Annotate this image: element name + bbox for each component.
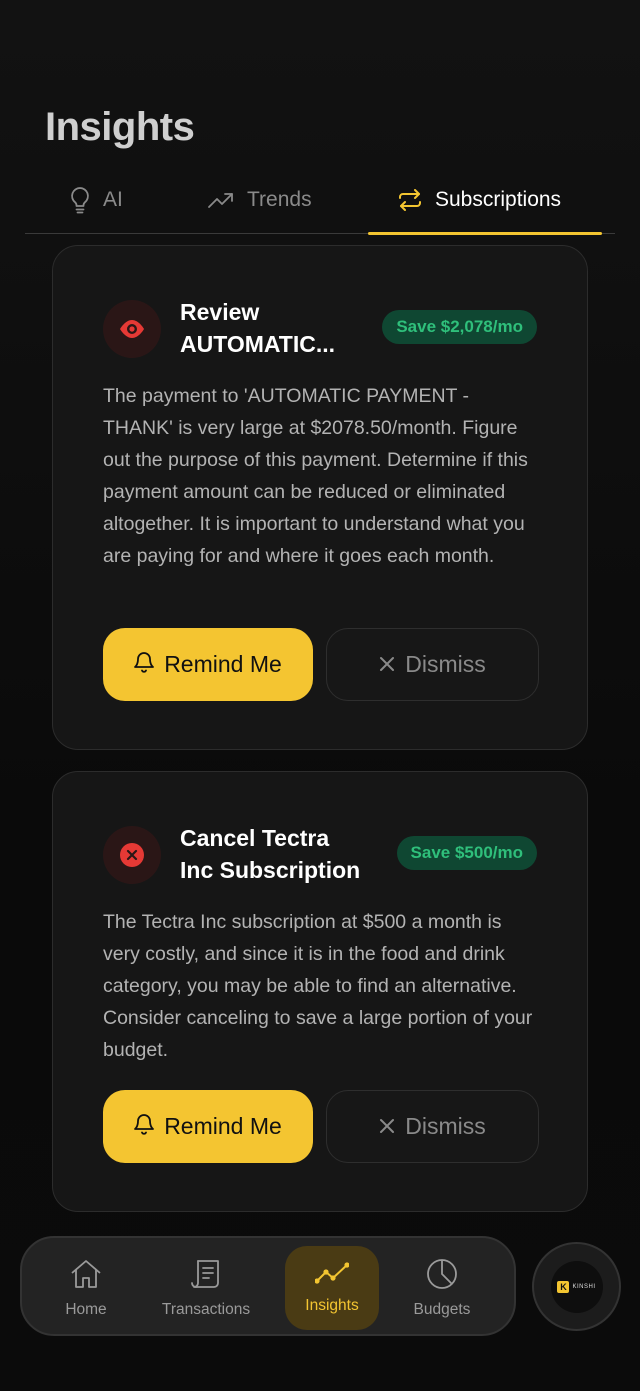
home-icon xyxy=(69,1258,103,1295)
nav-insights-label: Insights xyxy=(305,1296,359,1314)
chart-line-icon xyxy=(314,1261,350,1291)
nav-item-insights[interactable]: Insights xyxy=(285,1246,379,1330)
close-icon xyxy=(379,1113,395,1140)
kinshi-logo: K KINSHI xyxy=(550,1260,603,1313)
kinshi-button[interactable]: K KINSHI xyxy=(532,1242,621,1331)
nav-home-label: Home xyxy=(65,1300,107,1318)
repeat-icon xyxy=(397,189,423,211)
close-circle-icon xyxy=(103,826,161,884)
pie-chart-icon xyxy=(425,1258,459,1295)
tab-subscriptions[interactable]: Subscriptions xyxy=(397,168,561,232)
savings-badge: Save $2,078/mo xyxy=(382,310,537,344)
insight-card: Review AUTOMATIC... Save $2,078/mo The p… xyxy=(52,245,588,750)
dismiss-label: Dismiss xyxy=(405,651,486,677)
nav-item-home[interactable]: Home xyxy=(46,1246,126,1330)
nav-transactions-label: Transactions xyxy=(161,1300,251,1318)
dismiss-label: Dismiss xyxy=(405,1113,486,1139)
remind-me-label: Remind Me xyxy=(164,651,282,677)
trending-up-icon xyxy=(207,190,235,210)
card-header: Review AUTOMATIC... Save $2,078/mo xyxy=(103,296,537,360)
dismiss-button[interactable]: Dismiss xyxy=(326,628,539,701)
bell-icon xyxy=(134,1113,155,1141)
nav-item-transactions[interactable]: Transactions xyxy=(148,1246,264,1330)
dismiss-button[interactable]: Dismiss xyxy=(326,1090,539,1163)
lightbulb-icon xyxy=(69,186,91,214)
remind-me-button[interactable]: Remind Me xyxy=(103,628,313,701)
savings-badge: Save $500/mo xyxy=(396,836,537,870)
bell-icon xyxy=(134,651,155,679)
receipt-icon xyxy=(189,1258,223,1295)
insights-screen: Insights AI Trends Subscriptions Review … xyxy=(0,0,640,1391)
nav-item-budgets[interactable]: Budgets xyxy=(402,1246,482,1330)
tab-ai-label: AI xyxy=(103,188,123,211)
card-description: The payment to 'AUTOMATIC PAYMENT - THAN… xyxy=(103,385,528,567)
eye-icon xyxy=(103,300,161,358)
card-title: Review AUTOMATIC... xyxy=(180,299,336,357)
card-title: Cancel Tectra Inc Subscription xyxy=(180,825,361,883)
tab-subscriptions-label: Subscriptions xyxy=(435,188,562,211)
tab-bar: AI Trends Subscriptions xyxy=(25,168,615,235)
card-description: The Tectra Inc subscription at $500 a mo… xyxy=(103,911,533,1061)
insight-card: Cancel Tectra Inc Subscription Save $500… xyxy=(52,771,588,1212)
card-header: Cancel Tectra Inc Subscription Save $500… xyxy=(103,822,537,886)
tab-trends-label: Trends xyxy=(247,188,312,211)
kinshi-logo-text: KINSHI xyxy=(572,1283,596,1290)
nav-budgets-label: Budgets xyxy=(413,1300,471,1318)
remind-me-button[interactable]: Remind Me xyxy=(103,1090,313,1163)
remind-me-label: Remind Me xyxy=(164,1113,282,1139)
tab-ai[interactable]: AI xyxy=(69,168,123,232)
close-icon xyxy=(379,651,395,678)
active-tab-indicator xyxy=(368,232,602,235)
page-title: Insights xyxy=(45,105,195,149)
tab-trends[interactable]: Trends xyxy=(207,168,312,232)
bottom-nav: Home Transactions Insights Budgets xyxy=(20,1236,516,1336)
kinshi-logo-mark: K xyxy=(557,1280,570,1293)
